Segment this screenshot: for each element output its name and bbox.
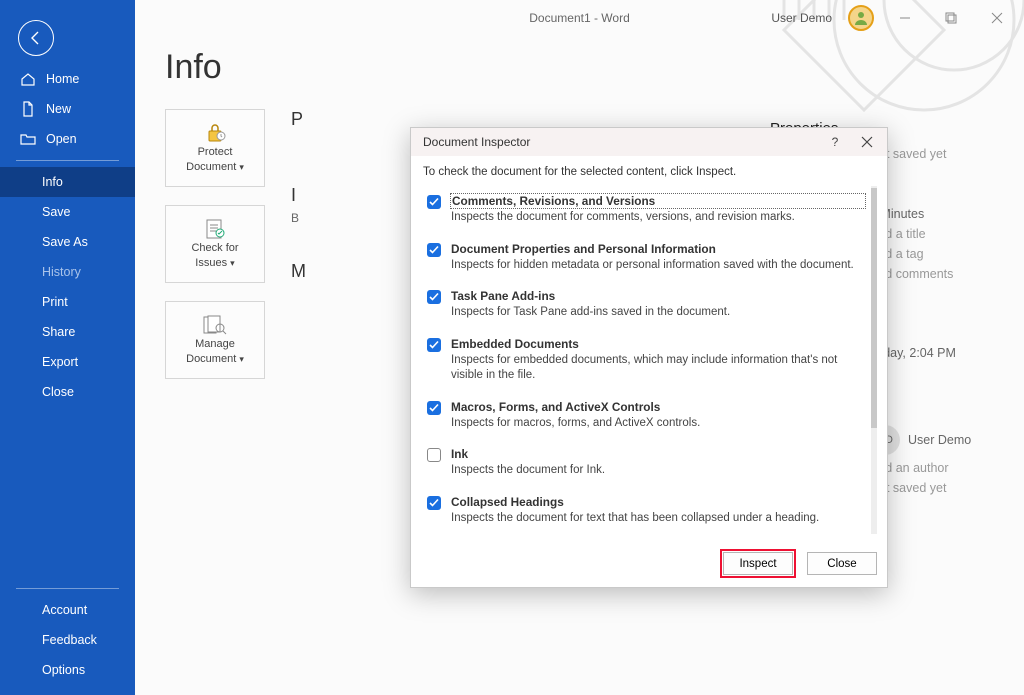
lock-icon [201,122,229,144]
chevron-down-icon: ▾ [230,258,235,268]
sidebar-item-open[interactable]: Open [0,124,135,154]
inspector-option: Document Properties and Personal Informa… [423,234,865,282]
manage-document-button[interactable]: Manage Document ▾ [165,301,265,379]
option-description: Inspects the document for text that has … [451,511,865,527]
back-button[interactable] [18,20,54,56]
home-icon [20,71,36,87]
folder-open-icon [20,131,36,147]
card-label-2: Document [186,353,239,365]
check-for-issues-button[interactable]: Check for Issues ▾ [165,205,265,283]
arrow-left-icon [28,30,44,46]
sidebar-label: History [42,265,81,279]
option-label[interactable]: Collapsed Headings [451,495,865,509]
inspector-option: Task Pane Add-ins Inspects for Task Pane … [423,281,865,329]
sidebar-item-save[interactable]: Save [0,197,135,227]
inspector-option: Macros, Forms, and ActiveX Controls Inspe… [423,392,865,440]
close-button[interactable]: Close [807,552,877,575]
sidebar-label: Open [46,132,77,146]
sidebar-label: Info [42,175,63,189]
option-label[interactable]: Macros, Forms, and ActiveX Controls [451,400,865,414]
sidebar-label: Print [42,295,68,309]
sidebar-label: New [46,102,71,116]
scrollbar-thumb[interactable] [871,188,877,428]
decorative-pattern [764,0,1024,140]
inspect-button[interactable]: Inspect [723,552,793,575]
sidebar-separator [16,160,119,161]
sidebar-label: Feedback [42,633,97,647]
sidebar-item-home[interactable]: Home [0,64,135,94]
checkbox[interactable] [427,195,441,209]
option-description: Inspects the document for comments, vers… [451,210,865,226]
card-label-2: Document [186,161,239,173]
option-label[interactable]: Document Properties and Personal Informa… [451,242,865,256]
sidebar-item-export[interactable]: Export [0,347,135,377]
dialog-help-button[interactable]: ? [819,130,851,154]
card-label-1: Manage [195,338,235,351]
checkbox[interactable] [427,338,441,352]
sidebar-item-share[interactable]: Share [0,317,135,347]
sidebar-label: Home [46,72,79,86]
document-inspector-dialog: Document Inspector ? To check the docume… [410,127,888,588]
option-label[interactable]: Comments, Revisions, and Versions [451,194,865,208]
inspector-option: Ink Inspects the document for Ink. [423,439,865,487]
inspector-option: Embedded Documents Inspects for embedded … [423,329,865,392]
dialog-intro-text: To check the document for the selected c… [423,166,877,178]
option-description: Inspects for Task Pane add-ins saved in … [451,305,865,321]
card-label-2: Issues [195,257,230,269]
sidebar-item-account[interactable]: Account [0,595,135,625]
chevron-down-icon: ▾ [239,354,244,364]
dialog-close-button[interactable] [851,130,883,154]
document-icon [20,101,36,117]
main-area: Document1 - Word User Demo Info Protect … [135,0,1024,695]
option-description: Inspects for embedded documents, which m… [451,353,865,384]
checkbox[interactable] [427,448,441,462]
sidebar-label: Save As [42,235,88,249]
protect-document-button[interactable]: Protect Document ▾ [165,109,265,187]
window-title: Document1 - Word [529,11,629,25]
inspector-option: Collapsed Headings Inspects the document … [423,487,865,535]
app-root: Home New Open Info Save Save As History … [0,0,1024,695]
sidebar-label: Close [42,385,74,399]
sidebar-label: Export [42,355,78,369]
checkbox[interactable] [427,243,441,257]
sidebar-item-print[interactable]: Print [0,287,135,317]
sidebar-label: Save [42,205,71,219]
checkbox[interactable] [427,496,441,510]
sidebar-item-new[interactable]: New [0,94,135,124]
checkbox[interactable] [427,401,441,415]
sidebar-separator [16,588,119,589]
inspect-icon [201,218,229,240]
inspector-option: Comments, Revisions, and Versions Inspect… [423,186,865,234]
sidebar-item-history: History [0,257,135,287]
sidebar-item-info[interactable]: Info [0,167,135,197]
checkbox[interactable] [427,290,441,304]
sidebar-item-close[interactable]: Close [0,377,135,407]
author-name[interactable]: User Demo [908,433,971,447]
sidebar-item-saveas[interactable]: Save As [0,227,135,257]
option-description: Inspects the document for Ink. [451,463,865,479]
dialog-title: Document Inspector [423,135,819,149]
inspector-options-list: Comments, Revisions, and Versions Inspect… [423,186,877,534]
sidebar-label: Account [42,603,87,617]
option-label[interactable]: Ink [451,447,865,461]
option-description: Inspects for macros, forms, and ActiveX … [451,416,865,432]
card-label-1: Check for [191,242,238,255]
option-label[interactable]: Embedded Documents [451,337,865,351]
card-label-1: Protect [198,146,233,159]
chevron-down-icon: ▾ [239,162,244,172]
sidebar-label: Share [42,325,75,339]
dialog-titlebar[interactable]: Document Inspector ? [411,128,887,156]
manage-doc-icon [201,314,229,336]
option-label[interactable]: Task Pane Add-ins [451,289,865,303]
sidebar-item-options[interactable]: Options [0,655,135,685]
sidebar-label: Options [42,663,85,677]
sidebar-item-feedback[interactable]: Feedback [0,625,135,655]
backstage-sidebar: Home New Open Info Save Save As History … [0,0,135,695]
option-description: Inspects for hidden metadata or personal… [451,258,865,274]
